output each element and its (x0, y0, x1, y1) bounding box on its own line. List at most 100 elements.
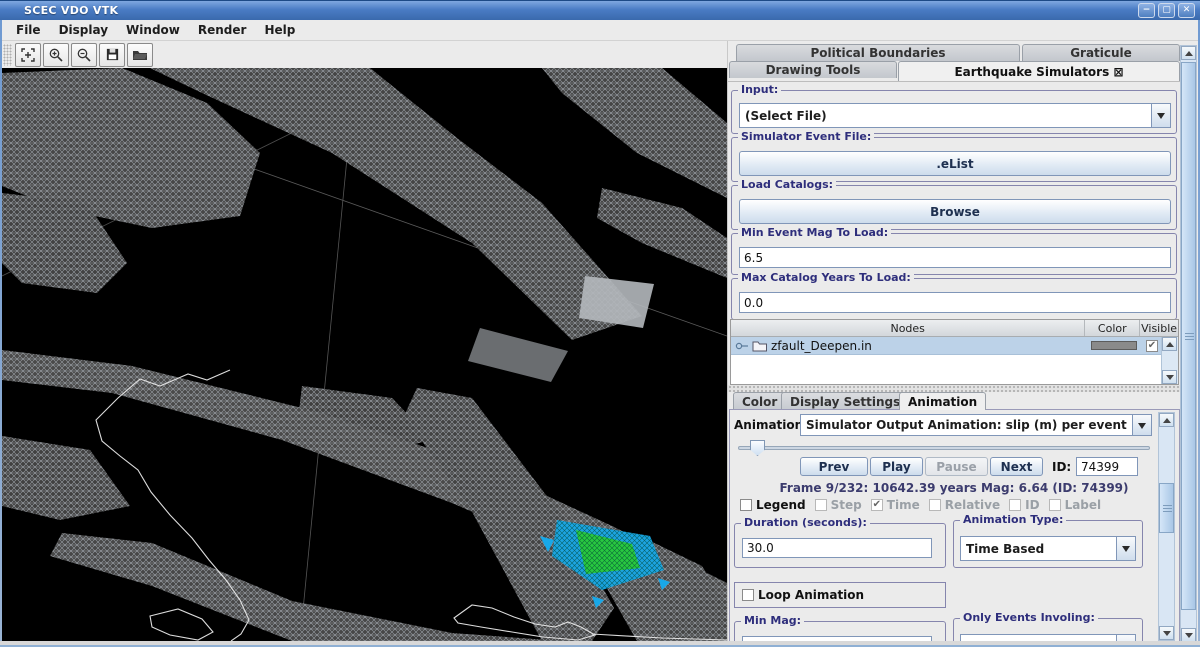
frame-slider-thumb[interactable] (750, 440, 765, 456)
event-file-group: Simulator Event File: .eList (731, 137, 1177, 182)
tab-drawing-tools[interactable]: Drawing Tools (729, 61, 897, 78)
tab-display-settings[interactable]: Display Settings (781, 392, 909, 410)
menu-file[interactable]: File (7, 21, 50, 39)
horizontal-splitter[interactable] (728, 385, 1181, 392)
menu-render[interactable]: Render (189, 21, 256, 39)
tab-label: Political Boundaries (810, 46, 945, 60)
folder-icon (752, 339, 768, 352)
panel-scrollbar[interactable] (1180, 45, 1197, 643)
table-row[interactable]: zfault_Deepen.in (731, 337, 1178, 355)
reset-view-glyph (20, 47, 36, 63)
reset-view-icon[interactable] (15, 43, 41, 67)
dropdown-arrow-icon[interactable] (1132, 415, 1151, 435)
zoom-out-glyph (76, 47, 92, 63)
min-event-mag-field[interactable] (739, 247, 1171, 268)
legend-checkbox-label: Legend (756, 498, 806, 512)
tab-label: Drawing Tools (766, 63, 861, 77)
frame-slider-track[interactable] (738, 446, 1150, 450)
scroll-down-icon[interactable] (1162, 370, 1177, 384)
tab-color[interactable]: Color (733, 392, 786, 410)
min-mag-group: Min Mag: (734, 621, 946, 642)
menu-display[interactable]: Display (50, 21, 117, 39)
duration-field[interactable] (742, 538, 932, 558)
max-catalog-years-label: Max Catalog Years To Load: (738, 271, 914, 284)
max-catalog-years-field[interactable] (739, 292, 1171, 313)
pause-button: Pause (925, 457, 988, 476)
zoom-out-icon[interactable] (71, 43, 97, 67)
simulators-panel-body: Input: (Select File) Simulator Event Fil… (728, 81, 1181, 641)
save-icon[interactable] (99, 43, 125, 67)
open-folder-icon[interactable] (127, 43, 153, 67)
animation-type-select[interactable]: Time Based (960, 536, 1136, 561)
browse-button[interactable]: Browse (739, 199, 1171, 224)
step-checkbox (815, 499, 827, 511)
label-checkbox-label: Label (1065, 498, 1102, 512)
play-button[interactable]: Play (870, 457, 923, 476)
tab-close-icon[interactable]: ⊠ (1113, 65, 1123, 79)
event-id-label: ID: (1052, 460, 1071, 474)
max-catalog-years-group: Max Catalog Years To Load: (731, 278, 1177, 320)
tab-earthquake-simulators[interactable]: Earthquake Simulators ⊠ (898, 61, 1180, 81)
dropdown-arrow-icon[interactable] (1151, 104, 1170, 127)
tab-label: Display Settings (790, 395, 900, 409)
close-icon[interactable]: ✕ (1178, 3, 1195, 18)
titlebar[interactable]: SCEC VDO VTK − ▢ ✕ (0, 0, 1200, 20)
play-button-label: Play (882, 460, 910, 474)
prev-button[interactable]: Prev (800, 457, 868, 476)
tab-label: Animation (908, 395, 977, 409)
fault-mesh-rendering (2, 68, 727, 641)
header-nodes[interactable]: Nodes (731, 320, 1085, 336)
animation-content-scrollbar[interactable] (1158, 412, 1175, 641)
step-checkbox-label: Step (831, 498, 862, 512)
min-mag-group-label: Min Mag: (741, 614, 804, 627)
relative-checkbox-label: Relative (945, 498, 1000, 512)
menu-help[interactable]: Help (255, 21, 304, 39)
tab-graticule[interactable]: Graticule (1022, 44, 1180, 61)
main-toolbar (2, 41, 727, 68)
input-group: Input: (Select File) (731, 90, 1177, 134)
event-id-field[interactable] (1076, 457, 1138, 476)
scroll-down-icon[interactable] (1159, 626, 1174, 640)
menu-window[interactable]: Window (117, 21, 189, 39)
viewport-3d[interactable] (2, 68, 727, 641)
min-event-mag-group: Min Event Mag To Load: (731, 233, 1177, 275)
tab-political-boundaries[interactable]: Political Boundaries (736, 44, 1020, 61)
input-file-select[interactable]: (Select File) (739, 103, 1171, 128)
node-color-swatch[interactable] (1091, 341, 1137, 350)
tab-animation[interactable]: Animation (899, 392, 986, 410)
zoom-in-icon[interactable] (43, 43, 69, 67)
next-button[interactable]: Next (990, 457, 1043, 476)
nodes-table-scrollbar[interactable] (1161, 337, 1178, 384)
scrollbar-thumb[interactable] (1159, 483, 1174, 533)
animation-select-value: Simulator Output Animation: slip (m) per… (806, 418, 1127, 432)
duration-group: Duration (seconds): (734, 523, 946, 568)
id-checkbox-label: ID (1025, 498, 1039, 512)
scroll-up-icon[interactable] (1162, 337, 1177, 351)
minimize-icon[interactable]: − (1138, 3, 1155, 18)
maximize-icon[interactable]: ▢ (1158, 3, 1175, 18)
toolbar-drag-handle[interactable] (3, 44, 12, 66)
animation-tab-content: Animation: Simulator Output Animation: s… (729, 409, 1180, 642)
scroll-up-icon[interactable] (1181, 46, 1196, 60)
header-color[interactable]: Color (1085, 320, 1140, 336)
header-visible[interactable]: Visible (1140, 320, 1178, 336)
load-catalogs-group-label: Load Catalogs: (738, 178, 836, 191)
scroll-down-icon[interactable] (1181, 628, 1196, 642)
tab-label: Earthquake Simulators (954, 65, 1109, 79)
loop-animation-checkbox[interactable] (742, 589, 754, 601)
save-glyph (105, 47, 120, 62)
id-checkbox (1009, 499, 1021, 511)
tree-expand-icon[interactable] (735, 340, 749, 352)
elist-button-label: .eList (936, 157, 973, 171)
elist-button[interactable]: .eList (739, 151, 1171, 176)
animation-select[interactable]: Simulator Output Animation: slip (m) per… (800, 414, 1152, 436)
label-checkbox (1049, 499, 1061, 511)
time-checkbox (871, 499, 883, 511)
nodes-table: Nodes Color Visible zfault_Deepen.in (730, 319, 1179, 385)
relative-checkbox (929, 499, 941, 511)
scrollbar-thumb[interactable] (1181, 62, 1196, 610)
node-visible-checkbox[interactable] (1146, 340, 1158, 352)
legend-checkbox[interactable] (740, 499, 752, 511)
scroll-up-icon[interactable] (1159, 413, 1174, 427)
dropdown-arrow-icon[interactable] (1116, 537, 1135, 560)
